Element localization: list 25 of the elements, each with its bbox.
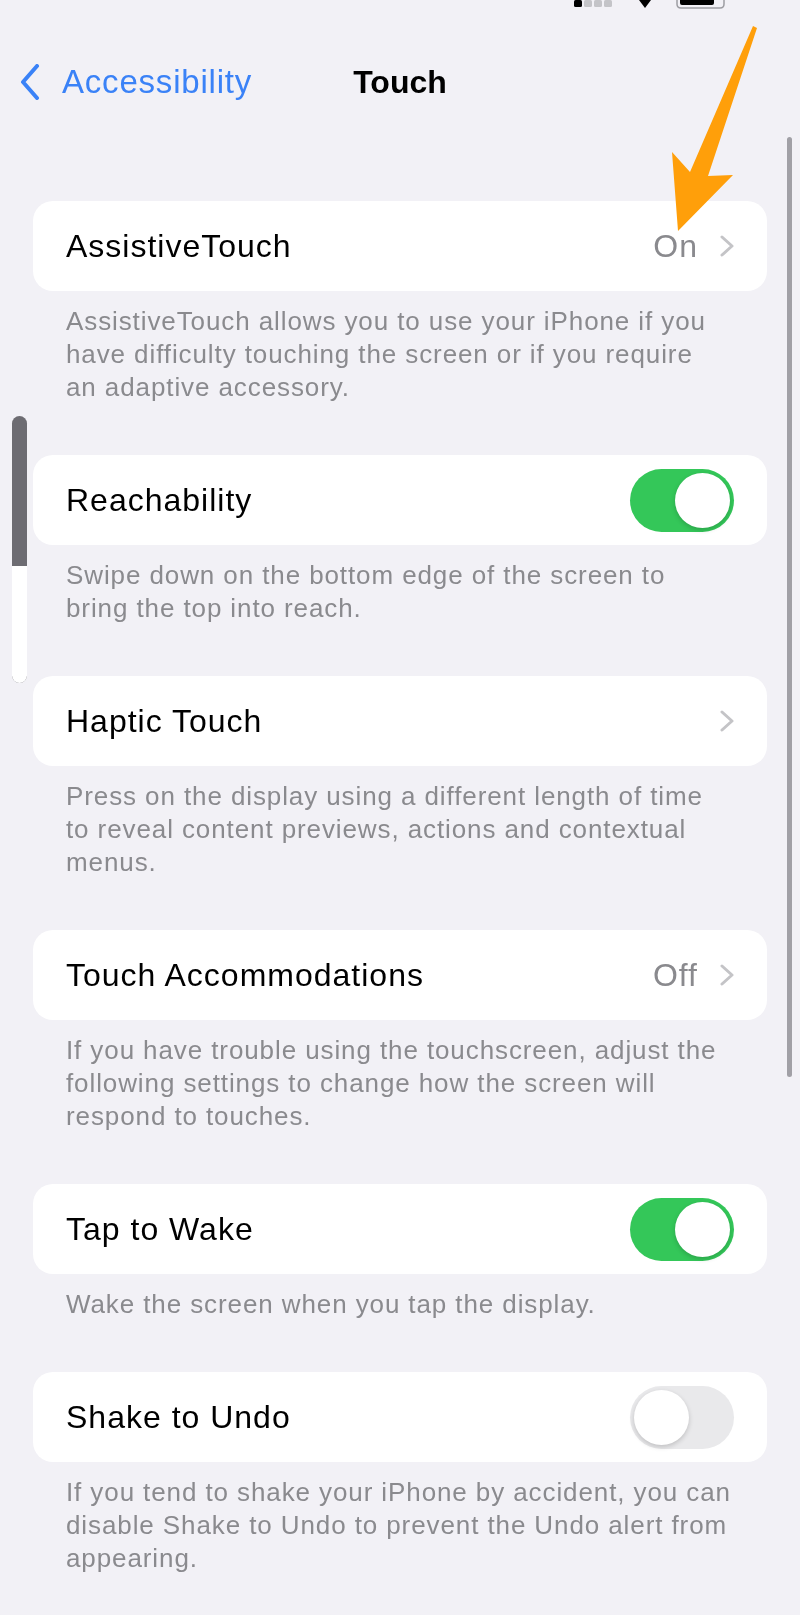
settings-row[interactable]: Haptic Touch <box>33 676 767 766</box>
chevron-icon <box>720 964 734 986</box>
section-footer: Swipe down on the bottom edge of the screen to bring the top into reach. <box>0 545 800 676</box>
section-footer: AssistiveTouch allows you to use your iPhone if you have difficulty touching the screen or if you require an adaptive accessory. <box>0 291 800 455</box>
row-value: Off <box>652 956 698 994</box>
row-label: Shake to Undo <box>66 1398 292 1436</box>
wifi-icon <box>639 0 651 8</box>
back-chevron-icon <box>20 64 40 100</box>
row-label: AssistiveTouch <box>66 227 293 265</box>
battery-icon <box>676 0 725 9</box>
section-footer: Press on the display using a different length of time to reveal content previews, actions and contextual menus. <box>0 766 800 930</box>
signal-icon <box>574 0 612 7</box>
row-label: Haptic Touch <box>66 702 264 740</box>
page-title: Touch <box>353 63 447 101</box>
chevron-icon <box>720 235 734 257</box>
section-footer: If you have trouble using the touchscreen, adjust the following settings to change how the screen will respond to touches. <box>0 1020 800 1184</box>
settings-row[interactable]: Touch Accommodations Off <box>33 930 767 1020</box>
row-label: Touch Accommodations <box>66 956 425 994</box>
chevron-icon <box>720 710 734 732</box>
section-footer: Wake the screen when you tap the display. <box>0 1274 800 1372</box>
section-footer: If you tend to shake your iPhone by accident, you can disable Shake to Undo to prevent the Undo alert from appearing. <box>0 1462 800 1615</box>
row-label: Tap to Wake <box>66 1210 255 1248</box>
row-value: On <box>653 227 698 265</box>
settings-row[interactable]: AssistiveTouch On <box>33 201 767 291</box>
row-label: Reachability <box>66 481 254 519</box>
